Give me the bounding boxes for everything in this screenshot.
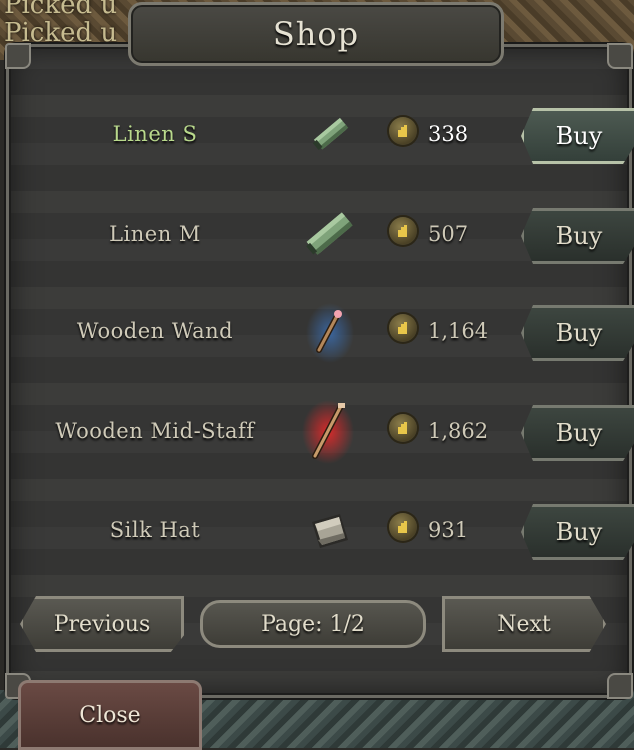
close-button[interactable]: Close bbox=[18, 680, 202, 750]
buy-button[interactable]: Buy bbox=[521, 208, 634, 264]
shop-item-row[interactable]: Wooden Wand 1,164 Buy bbox=[15, 291, 634, 371]
shop-item-row[interactable]: Wooden Mid-Staff 1,862 Buy bbox=[15, 391, 634, 471]
gold-coin-icon bbox=[389, 314, 417, 342]
buy-button[interactable]: Buy bbox=[521, 504, 634, 560]
page-title: Shop bbox=[272, 15, 360, 53]
shop-item-row[interactable]: Linen M 507 Buy bbox=[15, 194, 634, 274]
previous-page-button[interactable]: Previous bbox=[20, 596, 184, 652]
page-indicator: Page: 1/2 bbox=[200, 600, 426, 648]
buy-button-label: Buy bbox=[555, 222, 603, 250]
item-name: Wooden Mid-Staff bbox=[55, 419, 255, 443]
item-price: 338 bbox=[428, 122, 469, 146]
buy-button-label: Buy bbox=[555, 419, 603, 447]
item-price: 507 bbox=[428, 222, 469, 246]
buy-button[interactable]: Buy bbox=[521, 405, 634, 461]
item-name: Linen M bbox=[109, 222, 201, 246]
shop-title-tab: Shop bbox=[128, 2, 504, 66]
gold-coin-icon bbox=[389, 414, 417, 442]
panel-corner-ornament bbox=[607, 673, 633, 699]
page-indicator-label: Page: 1/2 bbox=[261, 611, 365, 637]
item-name: Wooden Wand bbox=[76, 319, 234, 343]
next-page-button[interactable]: Next bbox=[442, 596, 606, 652]
item-price: 1,164 bbox=[428, 319, 489, 343]
shop-item-row[interactable]: Silk Hat 931 Buy bbox=[15, 490, 634, 570]
panel-corner-ornament bbox=[5, 43, 31, 69]
buy-button[interactable]: Buy bbox=[521, 305, 634, 361]
linen-cloth-medium-icon bbox=[295, 199, 365, 269]
gold-coin-icon bbox=[389, 513, 417, 541]
previous-button-label: Previous bbox=[53, 611, 151, 637]
buy-button-label: Buy bbox=[555, 122, 603, 150]
item-price: 1,862 bbox=[428, 419, 489, 443]
gold-coin-icon bbox=[389, 217, 417, 245]
gold-coin-icon bbox=[389, 117, 417, 145]
silk-hat-icon bbox=[295, 495, 365, 565]
buy-button-label: Buy bbox=[555, 319, 603, 347]
shop-item-row[interactable]: Linen S 338 Buy bbox=[15, 94, 634, 174]
item-price: 931 bbox=[428, 518, 469, 542]
wooden-wand-icon bbox=[295, 296, 365, 366]
item-name: Silk Hat bbox=[109, 518, 201, 542]
close-button-label: Close bbox=[79, 702, 141, 728]
item-name: Linen S bbox=[112, 122, 198, 146]
buy-button-label: Buy bbox=[555, 518, 603, 546]
linen-cloth-small-icon bbox=[295, 99, 365, 169]
next-button-label: Next bbox=[497, 611, 551, 637]
wooden-mid-staff-icon bbox=[295, 396, 365, 466]
buy-button[interactable]: Buy bbox=[521, 108, 634, 164]
chat-log-line: Picked u bbox=[4, 0, 118, 20]
panel-corner-ornament bbox=[607, 43, 633, 69]
